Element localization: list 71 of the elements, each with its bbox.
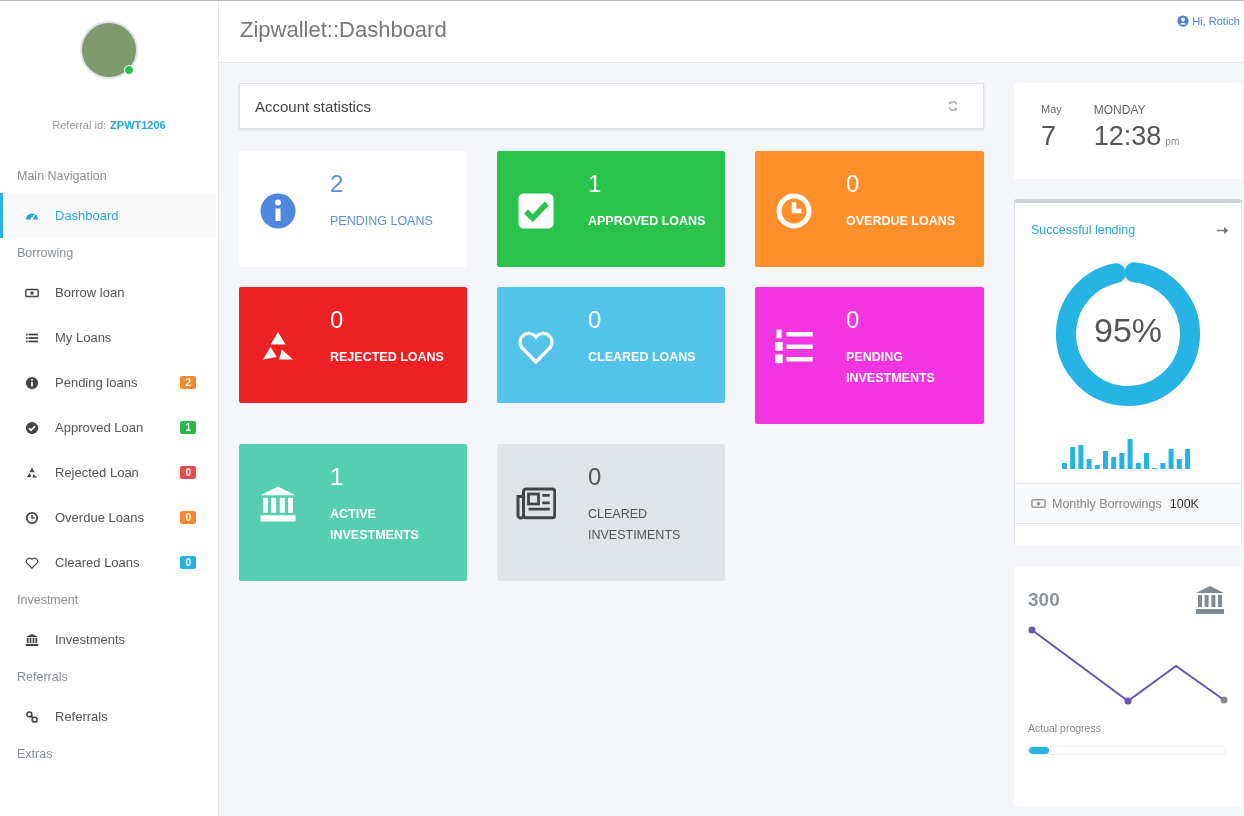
count-badge: 0: [180, 466, 196, 479]
data-point: [1124, 697, 1132, 705]
nav-item[interactable]: Borrow loan: [0, 270, 218, 315]
count-badge: 2: [180, 376, 196, 389]
month-label: May: [1041, 103, 1062, 115]
bank-icon: [258, 484, 298, 524]
footer-label: Monthly Borrowings: [1052, 496, 1162, 511]
nav-section-heading: Investment: [16, 592, 80, 609]
tile-label: PENDING INVESTMENTS: [846, 349, 936, 387]
link-icon: [25, 709, 39, 724]
am-pm-label: pm: [1165, 136, 1180, 147]
clock-icon: [25, 510, 39, 525]
user-icon: [1177, 15, 1190, 27]
tile-count: 0: [588, 464, 603, 490]
bank-icon: [25, 632, 39, 647]
progress-label: Actual progress: [1028, 722, 1102, 734]
nav-item[interactable]: Investments: [0, 617, 218, 662]
panel-title: Account statistics: [255, 97, 371, 115]
stat-tile[interactable]: 0 REJECTED LOANS: [239, 287, 467, 403]
tile-label: CLEARED INVESTIMENTS: [588, 506, 682, 544]
tile-count: 0: [330, 307, 345, 333]
stat-tile[interactable]: 0 PENDING INVESTMENTS: [755, 287, 984, 424]
tile-label: PENDING LOANS: [330, 213, 433, 230]
count-badge: 0: [180, 556, 196, 569]
nav-section-heading: Borrowing: [16, 245, 75, 262]
percentage-text: 95%: [1092, 311, 1164, 350]
user-link[interactable]: Hi, Rotich: [1177, 15, 1240, 27]
nav-item[interactable]: Cleared Loans 0: [0, 540, 218, 585]
nav-item[interactable]: Pending loans 2: [0, 360, 218, 405]
weekday-label: MONDAY: [1093, 103, 1147, 117]
nav-item[interactable]: My Loans: [0, 315, 218, 360]
nav-item[interactable]: Rejected Loan 0: [0, 450, 218, 495]
nav-section-heading: Extras: [16, 746, 54, 763]
tile-label: ACTIVE INVESTMENTS: [330, 506, 420, 544]
data-point: [1028, 626, 1036, 634]
tile-count: 0: [846, 307, 861, 333]
nav-section-heading: Main Navigation: [16, 168, 108, 185]
time-text: 12:38: [1093, 121, 1162, 152]
referral-id: ZPWT1206: [110, 119, 166, 131]
day-number: 7: [1041, 121, 1058, 152]
referral-label: Referral id:: [52, 119, 107, 131]
count-badge: 0: [180, 511, 196, 524]
stat-tile[interactable]: 0 CLEARED INVESTIMENTS: [497, 444, 725, 581]
tile-label: OVERDUE LOANS: [846, 213, 956, 230]
nav-item[interactable]: Referrals: [0, 694, 218, 739]
banknote-icon: [1031, 496, 1046, 511]
tile-count: 2: [330, 171, 345, 197]
bank-icon: [1194, 584, 1226, 616]
footer-value: 100K: [1169, 496, 1199, 511]
count-badge: 1: [180, 421, 196, 434]
checkbox-icon: [516, 191, 556, 231]
info-icon: [258, 191, 298, 231]
info-icon: [25, 375, 39, 390]
data-point: [1220, 696, 1228, 704]
clock-icon: [774, 191, 814, 231]
check-circle-icon: [25, 420, 39, 435]
card-value: 300: [1028, 589, 1060, 611]
tile-label: APPROVED LOANS: [588, 213, 706, 230]
stat-tile[interactable]: 2 PENDING LOANS: [239, 151, 467, 267]
tile-count: 0: [588, 307, 603, 333]
nav-item[interactable]: Approved Loan 1: [0, 405, 218, 450]
tile-count: 0: [846, 171, 861, 197]
tile-count: 1: [330, 464, 345, 490]
refresh-icon: [947, 100, 959, 112]
tile-count: 1: [588, 171, 603, 197]
tile-label: CLEARED LOANS: [588, 349, 696, 366]
nav-item[interactable]: Overdue Loans 0: [0, 495, 218, 540]
page-title: Zipwallet::Dashboard: [240, 17, 447, 43]
nav-section-heading: Referrals: [16, 669, 69, 686]
heart-icon: [25, 555, 39, 570]
tile-label: REJECTED LOANS: [330, 349, 444, 366]
